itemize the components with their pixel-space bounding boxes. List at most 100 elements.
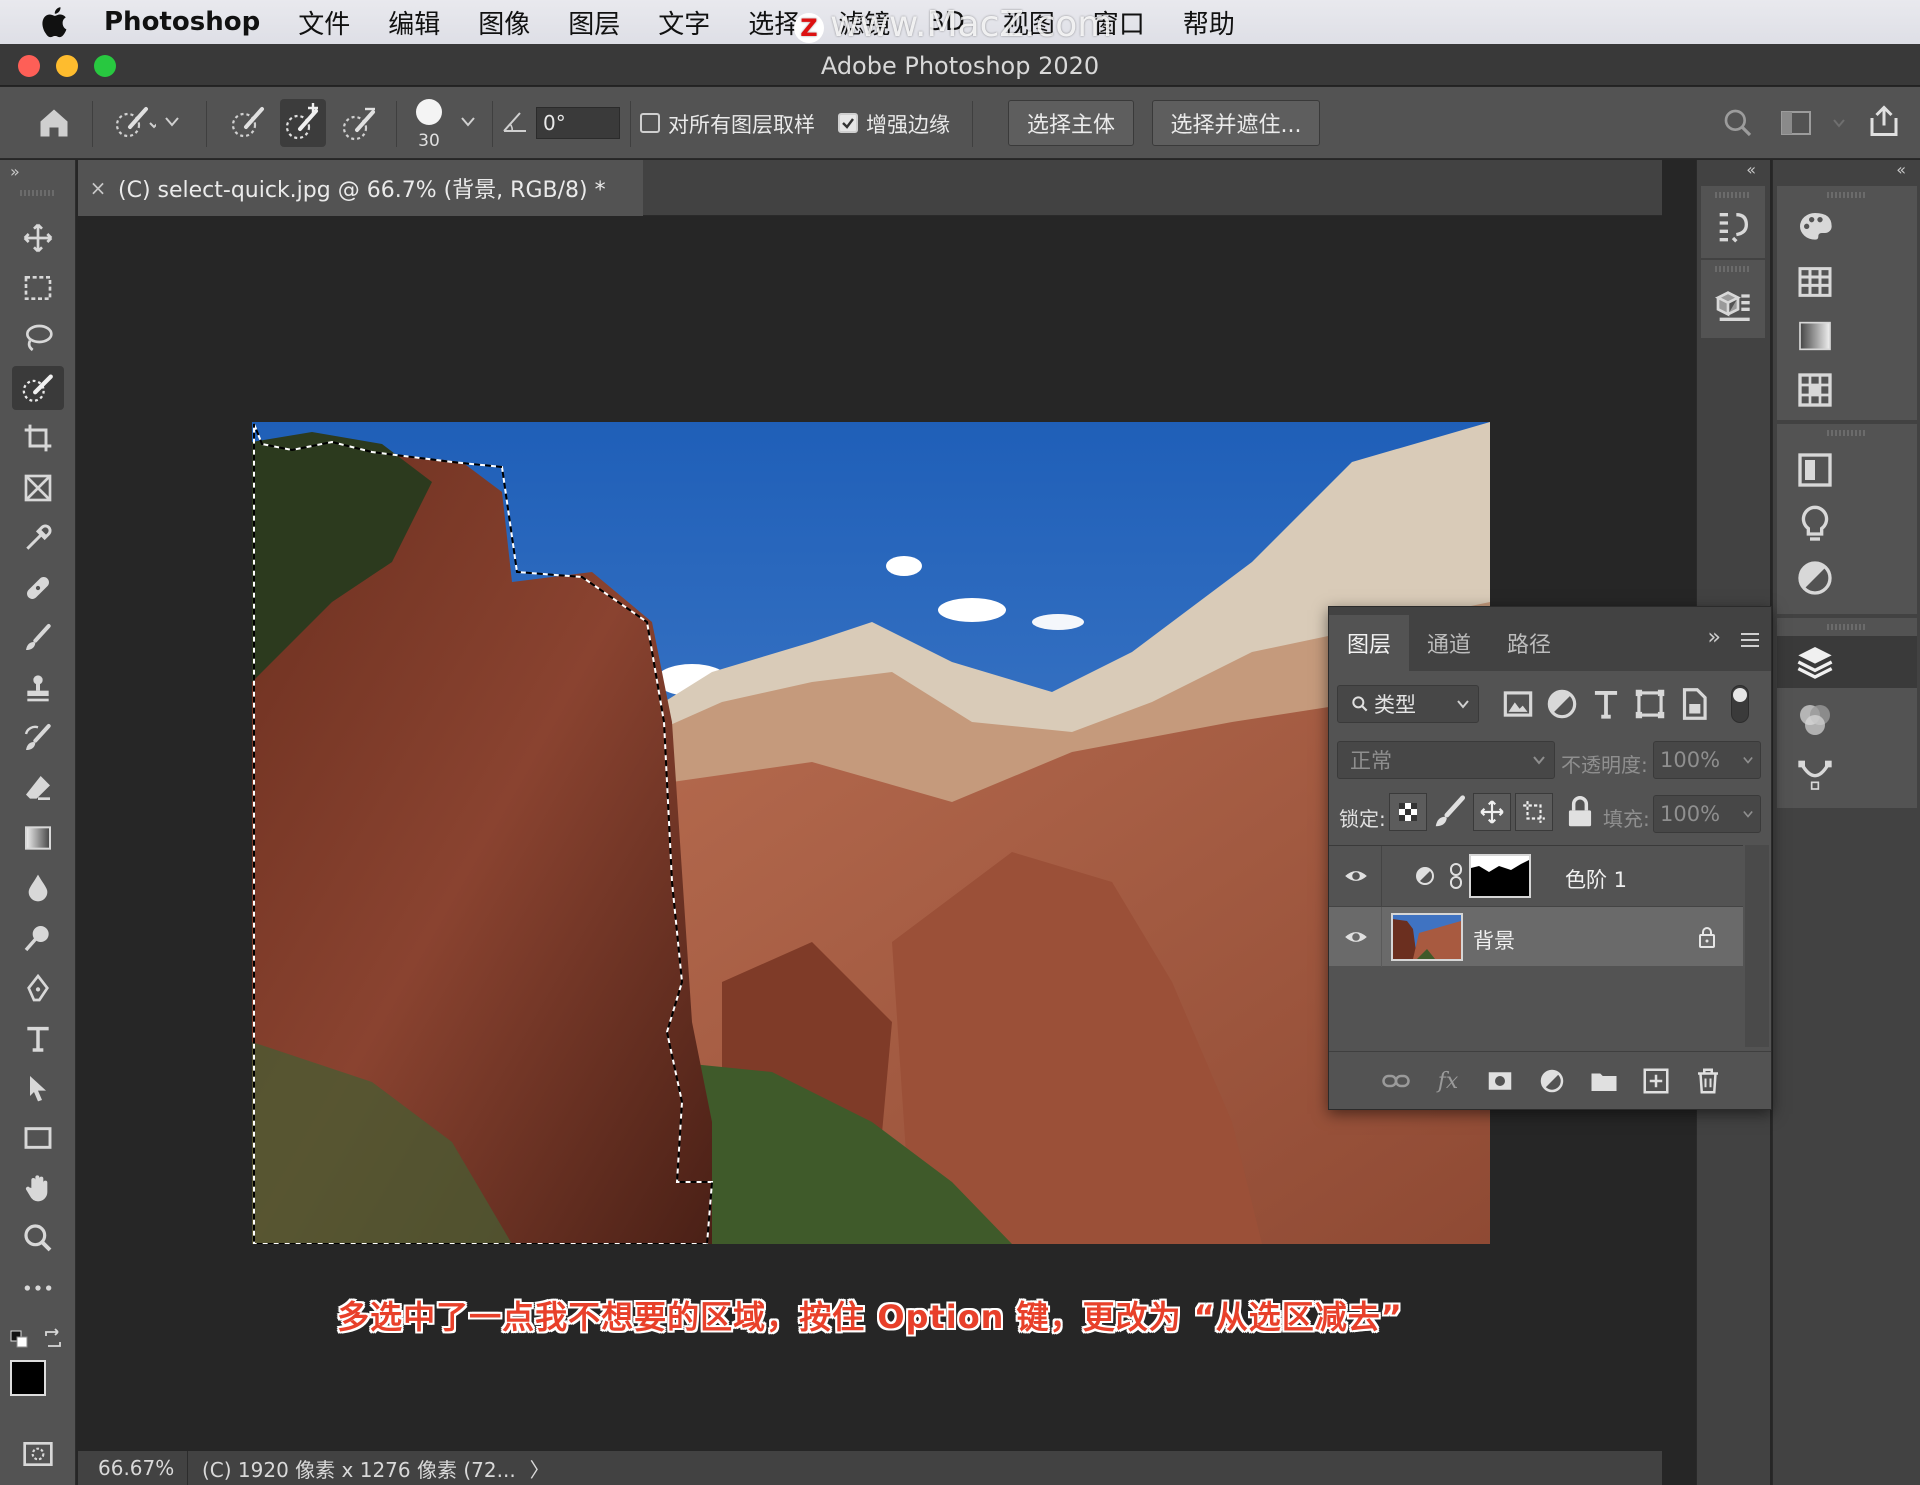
link-icon[interactable] <box>1449 862 1463 890</box>
search-icon[interactable] <box>1722 107 1754 139</box>
quick-selection-tool[interactable] <box>12 366 64 410</box>
type-tool[interactable] <box>12 1016 64 1060</box>
blur-tool[interactable] <box>12 866 64 910</box>
add-to-selection-button[interactable] <box>280 99 326 147</box>
filter-toggle[interactable] <box>1731 685 1749 723</box>
link-layers-icon[interactable] <box>1381 1066 1411 1096</box>
filter-type-icon[interactable] <box>1587 685 1625 723</box>
collapse-dock-icon[interactable]: « <box>1746 160 1756 179</box>
select-and-mask-button[interactable]: 选择并遮住... <box>1152 100 1320 146</box>
sample-all-layers-checkbox[interactable] <box>640 113 660 133</box>
default-colors-icon[interactable] <box>10 1330 30 1350</box>
panel-grip[interactable] <box>1715 192 1751 198</box>
tab-channels[interactable]: 通道 <box>1409 615 1489 671</box>
menu-layer[interactable]: 图层 <box>568 4 620 41</box>
eraser-tool[interactable] <box>12 766 64 810</box>
trash-icon[interactable] <box>1693 1066 1723 1096</box>
menu-file[interactable]: 文件 <box>298 4 350 41</box>
panel-grip[interactable] <box>1827 430 1867 436</box>
brush-preview-icon[interactable] <box>414 97 444 127</box>
menu-select[interactable]: 选择 <box>748 4 800 41</box>
layer-row-background[interactable]: 背景 <box>1329 906 1743 967</box>
lock-position-button[interactable] <box>1473 793 1511 831</box>
lock-artboard-button[interactable] <box>1515 793 1553 831</box>
pen-tool[interactable] <box>12 966 64 1010</box>
expand-toolbar-icon[interactable]: » <box>10 162 20 181</box>
menu-edit[interactable]: 编辑 <box>388 4 440 41</box>
workspace-icon[interactable] <box>1780 109 1814 137</box>
layer-thumbnail[interactable] <box>1391 913 1463 961</box>
swap-colors-icon[interactable] <box>42 1328 64 1350</box>
path-selection-tool[interactable] <box>12 1066 64 1110</box>
fill-input[interactable]: 100% <box>1653 795 1761 833</box>
edit-toolbar-button[interactable] <box>12 1266 64 1310</box>
layer-mask-thumbnail[interactable] <box>1469 854 1531 898</box>
swatches-grid-icon[interactable] <box>1795 262 1835 302</box>
tab-paths[interactable]: 路径 <box>1489 615 1569 671</box>
document-image[interactable] <box>252 422 1490 1244</box>
cube-properties-icon[interactable] <box>1713 286 1753 326</box>
history-brush-tool[interactable] <box>12 716 64 760</box>
lock-image-pixels-icon[interactable] <box>1431 793 1469 831</box>
layer-name[interactable]: 色阶 1 <box>1565 864 1627 894</box>
zoom-tool[interactable] <box>12 1216 64 1260</box>
menu-image[interactable]: 图像 <box>478 4 530 41</box>
history-icon[interactable] <box>1713 208 1753 248</box>
new-group-icon[interactable] <box>1589 1066 1619 1096</box>
apple-icon[interactable] <box>38 4 74 40</box>
lasso-tool[interactable] <box>12 316 64 360</box>
panel-grip[interactable] <box>20 190 56 196</box>
layer-filter-select[interactable]: 类型 <box>1337 685 1479 723</box>
filter-smart-object-icon[interactable] <box>1675 685 1713 723</box>
document-tab[interactable]: × (C) select-quick.jpg @ 66.7% (背景, RGB/… <box>78 160 643 216</box>
quick-selection-preset-icon[interactable] <box>112 103 156 143</box>
hand-tool[interactable] <box>12 1166 64 1210</box>
color-palette-icon[interactable] <box>1795 208 1835 248</box>
menu-type[interactable]: 文字 <box>658 4 710 41</box>
foreground-color-swatch[interactable] <box>10 1360 46 1396</box>
paths-icon[interactable] <box>1795 754 1835 794</box>
collapse-dock-icon[interactable]: « <box>1896 160 1906 179</box>
chevron-down-icon[interactable] <box>164 115 180 129</box>
close-tab-icon[interactable]: × <box>78 176 118 200</box>
frame-tool[interactable] <box>12 466 64 510</box>
adjustments-icon[interactable] <box>1795 558 1835 598</box>
fx-icon[interactable]: fx <box>1433 1066 1463 1096</box>
auto-enhance-checkbox[interactable] <box>838 113 858 133</box>
lock-transparent-pixels-button[interactable] <box>1389 793 1427 831</box>
status-menu-arrow-icon[interactable]: 〉 <box>530 1454 550 1483</box>
menu-help[interactable]: 帮助 <box>1183 4 1235 41</box>
tab-layers[interactable]: 图层 <box>1329 615 1410 671</box>
lightbulb-icon[interactable] <box>1795 504 1835 544</box>
home-icon[interactable] <box>36 105 72 141</box>
blend-mode-select[interactable]: 正常 <box>1337 741 1555 779</box>
new-selection-icon[interactable] <box>228 103 268 143</box>
chevron-down-icon[interactable] <box>1832 117 1846 129</box>
clone-stamp-tool[interactable] <box>12 666 64 710</box>
channels-icon[interactable] <box>1795 700 1835 740</box>
layer-list-scrollbar[interactable] <box>1745 845 1769 1047</box>
lock-all-icon[interactable] <box>1561 793 1599 831</box>
add-mask-icon[interactable] <box>1485 1066 1515 1096</box>
opacity-input[interactable]: 100% <box>1653 741 1761 779</box>
gradient-tool[interactable] <box>12 816 64 860</box>
layers-dock-button[interactable] <box>1777 636 1917 688</box>
healing-brush-tool[interactable] <box>12 566 64 610</box>
brush-tool[interactable] <box>12 616 64 660</box>
eyedropper-tool[interactable] <box>12 516 64 560</box>
quick-mask-button[interactable] <box>12 1432 64 1476</box>
dodge-tool[interactable] <box>12 916 64 960</box>
panel-menu-icon[interactable] <box>1739 631 1761 649</box>
layer-row-levels[interactable]: 色阶 1 <box>1329 846 1743 906</box>
layer-name[interactable]: 背景 <box>1473 925 1515 955</box>
patterns-icon[interactable] <box>1795 370 1835 410</box>
rectangle-tool[interactable] <box>12 1116 64 1160</box>
new-layer-icon[interactable] <box>1641 1066 1671 1096</box>
move-tool[interactable] <box>12 216 64 260</box>
eye-icon[interactable] <box>1343 925 1369 949</box>
angle-input[interactable]: 0° <box>536 107 620 139</box>
filter-pixel-icon[interactable] <box>1499 685 1537 723</box>
share-icon[interactable] <box>1866 103 1902 139</box>
panel-grip[interactable] <box>1827 192 1867 198</box>
filter-shape-icon[interactable] <box>1631 685 1669 723</box>
